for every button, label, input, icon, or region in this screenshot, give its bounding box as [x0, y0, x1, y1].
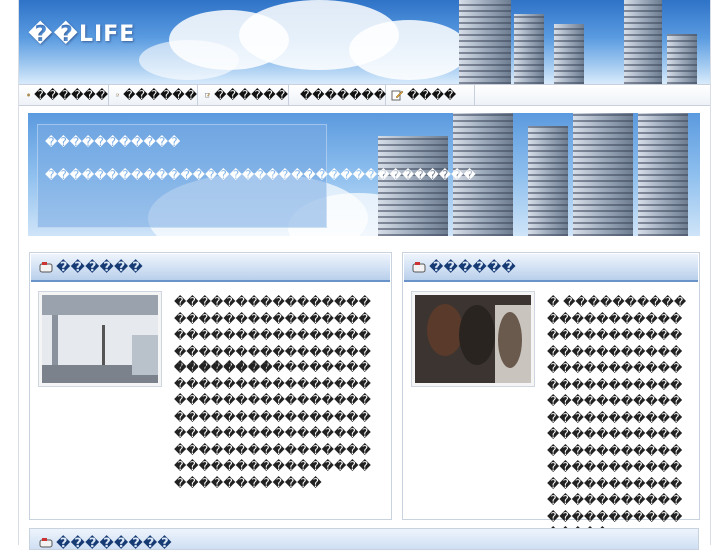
building-image — [624, 0, 662, 84]
left-content-box: ������ ���������������������������������… — [29, 252, 392, 520]
banner-line-2: ����������������������������������� — [45, 168, 476, 182]
cloud-decoration — [349, 20, 469, 80]
left-paragraph-2: ����������������������������������������… — [174, 360, 371, 490]
nav-item-label: ������ — [214, 88, 288, 102]
left-box-title: ������ — [56, 259, 143, 275]
edit-icon — [205, 93, 211, 98]
nav-item-home[interactable]: ������ — [19, 85, 109, 105]
right-content-box: ������ � �������������������������������… — [402, 252, 700, 540]
edit-icon — [116, 93, 120, 97]
building-image — [667, 34, 697, 84]
nav-item-label: ���� — [407, 88, 457, 102]
site-logo[interactable]: ��LIFE — [28, 22, 135, 47]
nav-item-2[interactable]: ������ — [108, 85, 198, 105]
building-image — [514, 14, 544, 84]
nav-item-5[interactable]: ���� — [385, 85, 475, 105]
banner-line-1: ����������� — [45, 135, 181, 149]
building-image — [528, 126, 568, 236]
people-photo — [415, 295, 531, 383]
right-box-title: ������ — [429, 259, 516, 275]
header-banner: ��LIFE — [19, 0, 710, 84]
hero-banner: ����������� ����������������������������… — [28, 113, 700, 236]
nav-item-3[interactable]: ������ — [197, 85, 289, 105]
page-container: ��LIFE ������ ������ ������ ������� ����… — [18, 0, 711, 551]
main-nav: ������ ������ ������ ������� ���� — [19, 84, 710, 106]
right-thumbnail — [411, 291, 535, 387]
mailbox-icon — [39, 538, 53, 548]
cloud-decoration — [139, 40, 239, 80]
home-icon — [27, 93, 31, 97]
nav-item-label: ������ — [123, 88, 197, 102]
road-photo — [42, 295, 158, 383]
left-thumbnail — [38, 291, 162, 387]
right-box-header: ������ — [404, 254, 698, 282]
nav-item-label: ������ — [34, 88, 108, 102]
building-image — [378, 136, 448, 236]
mailbox-icon — [412, 262, 426, 273]
nav-item-4[interactable]: ������� — [288, 85, 386, 105]
nav-item-label: ������� — [300, 88, 387, 102]
building-image — [573, 113, 633, 236]
building-image — [638, 113, 688, 236]
mailbox-icon — [39, 262, 53, 273]
building-image — [459, 0, 511, 84]
right-paragraph-1: � ��������������������������������������… — [547, 295, 687, 540]
edit-icon — [391, 90, 403, 101]
left-box-header: ������ — [31, 254, 390, 282]
building-image — [554, 24, 584, 84]
bottom-box-title: �������� — [56, 536, 172, 551]
bottom-content-box: �������� — [29, 528, 699, 551]
